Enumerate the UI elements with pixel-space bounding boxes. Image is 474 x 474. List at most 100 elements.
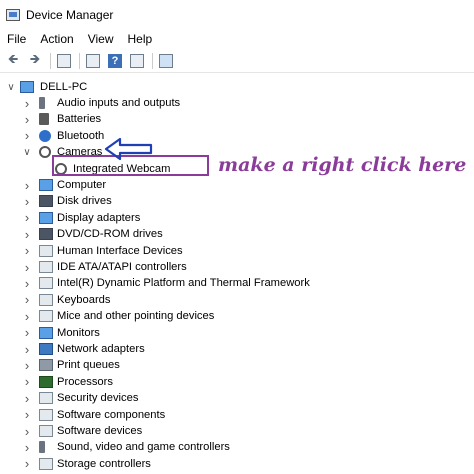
menu-action[interactable]: Action [33, 30, 80, 48]
chevron-right-icon[interactable]: › [22, 210, 32, 225]
chevron-right-icon[interactable]: › [22, 292, 32, 307]
chevron-right-icon[interactable]: › [22, 440, 32, 455]
tree-root[interactable]: ∨ DELL-PC [0, 79, 474, 95]
tree-category[interactable]: › Audio inputs and outputs [0, 95, 474, 111]
forward-icon[interactable]: 🡺 [26, 51, 44, 70]
chevron-right-icon[interactable]: › [22, 194, 32, 209]
chevron-right-icon[interactable]: › [22, 391, 32, 406]
help-icon[interactable]: ? [106, 52, 124, 70]
chevron-right-icon[interactable]: › [22, 407, 32, 422]
tree-category[interactable]: › Disk drives [0, 193, 474, 209]
tree-item-label: Network adapters [57, 343, 145, 355]
toolbar-separator [152, 53, 153, 69]
dvd-icon [39, 228, 53, 241]
tree-item-label: Computer [57, 179, 107, 191]
chevron-right-icon[interactable]: › [22, 112, 32, 127]
toolbar: 🡸 🡺 ? [0, 50, 474, 73]
tree-category[interactable]: › Sound, video and game controllers [0, 439, 474, 455]
tree-item-label: IDE ATA/ATAPI controllers [57, 261, 187, 273]
chevron-down-icon[interactable]: ∨ [6, 82, 16, 93]
tree-item-label: Print queues [57, 359, 120, 372]
toolbar-separator [79, 53, 80, 69]
tree-item-label: Processors [57, 375, 113, 388]
tree-item-label: Bluetooth [57, 129, 105, 142]
device-manager-icon [6, 9, 20, 21]
tree-category[interactable]: › Intel(R) Dynamic Platform and Thermal F… [0, 275, 474, 291]
mouse-icon [39, 310, 53, 323]
chevron-right-icon[interactable]: › [22, 260, 32, 275]
chevron-right-icon[interactable]: › [22, 227, 32, 242]
tree-category[interactable]: › Mice and other pointing devices [0, 308, 474, 324]
tree-category[interactable]: › Keyboards [0, 292, 474, 308]
toolbar-separator [50, 53, 51, 69]
chevron-right-icon[interactable]: › [22, 243, 32, 258]
list-icon[interactable] [84, 52, 102, 70]
chevron-right-icon[interactable]: › [22, 325, 32, 340]
security-icon [39, 392, 53, 405]
tree-category[interactable]: › Security devices [0, 390, 474, 406]
tree-category[interactable]: › Display adapters [0, 210, 474, 226]
speaker-icon [39, 97, 45, 109]
computer-icon [39, 179, 53, 191]
tree-category[interactable]: › DVD/CD-ROM drives [0, 226, 474, 242]
network-icon [39, 343, 53, 355]
tree-category[interactable]: › Processors [0, 374, 474, 390]
monitor-icon[interactable] [157, 52, 175, 70]
chevron-right-icon[interactable]: › [22, 374, 32, 389]
window-title: Device Manager [26, 8, 114, 22]
tree-category[interactable]: › Bluetooth [0, 128, 474, 144]
chevron-down-icon[interactable]: ∨ [22, 147, 32, 158]
view-icon[interactable] [128, 52, 146, 70]
tree-category[interactable]: › IDE ATA/ATAPI controllers [0, 259, 474, 275]
tree-item-label: Display adapters [57, 211, 141, 224]
chip-icon [39, 277, 53, 290]
tree-category[interactable]: › Software components [0, 407, 474, 423]
bluetooth-icon [39, 129, 51, 142]
display-icon [39, 211, 53, 224]
tree-root-label: DELL-PC [40, 81, 88, 93]
tree-item-label: Software components [57, 408, 166, 421]
pointer-arrow-icon [104, 137, 153, 161]
title-bar: Device Manager [0, 4, 474, 26]
tree-category[interactable]: › Batteries [0, 111, 474, 127]
chevron-right-icon[interactable]: › [22, 128, 32, 143]
tree-category[interactable]: › Human Interface Devices [0, 243, 474, 259]
tree-category[interactable]: › Print queues [0, 357, 474, 373]
tree-category[interactable]: › Network adapters [0, 341, 474, 357]
tree-item-label: Sound, video and game controllers [57, 441, 230, 454]
chevron-right-icon[interactable]: › [22, 309, 32, 324]
properties-icon[interactable] [55, 52, 73, 70]
tree-item-label: Monitors [57, 326, 100, 339]
tree-item-label: Human Interface Devices [57, 244, 183, 257]
tree-item-label: Intel(R) Dynamic Platform and Thermal Fr… [57, 277, 310, 290]
menu-bar: File Action View Help [0, 30, 474, 48]
storage-icon [39, 457, 53, 470]
tree-item-label: DVD/CD-ROM drives [57, 228, 163, 241]
back-icon[interactable]: 🡸 [4, 51, 22, 70]
tree-item-label: Storage controllers [57, 457, 151, 470]
tree-item-label: Keyboards [57, 293, 111, 306]
menu-view[interactable]: View [81, 30, 121, 48]
battery-icon [39, 113, 49, 126]
chevron-right-icon[interactable]: › [22, 96, 32, 111]
printer-icon [39, 359, 53, 372]
chevron-right-icon[interactable]: › [22, 456, 32, 471]
camera-icon [39, 146, 51, 159]
annotation-text: make a right click here [218, 154, 467, 176]
chevron-right-icon[interactable]: › [22, 342, 32, 357]
tree-category[interactable]: › Storage controllers [0, 456, 474, 472]
menu-help[interactable]: Help [121, 30, 160, 48]
tree-category[interactable]: › Monitors [0, 325, 474, 341]
tree-item-label: Mice and other pointing devices [57, 310, 215, 323]
tree-category[interactable]: › Computer [0, 177, 474, 193]
keyboard-icon [39, 293, 53, 306]
sound-icon [39, 441, 45, 454]
chevron-right-icon[interactable]: › [22, 424, 32, 439]
ide-icon [39, 261, 53, 273]
chevron-right-icon[interactable]: › [22, 358, 32, 373]
chevron-right-icon[interactable]: › [22, 178, 32, 193]
tree-category[interactable]: › Software devices [0, 423, 474, 439]
monitor-icon [39, 326, 53, 339]
chevron-right-icon[interactable]: › [22, 276, 32, 291]
menu-file[interactable]: File [0, 30, 33, 48]
